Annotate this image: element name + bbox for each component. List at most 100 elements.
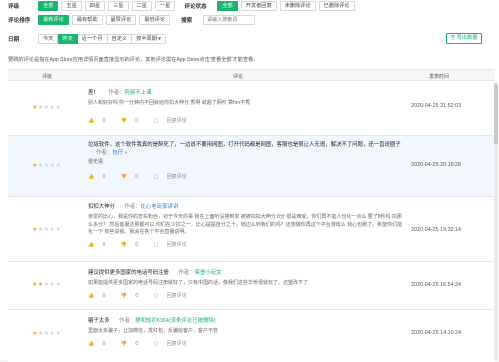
thumbs-down-icon: 👎 <box>120 241 128 248</box>
export-button[interactable]: ⎘ 导出数据 <box>446 33 483 44</box>
review-title: 扣扣大伸分 <box>88 204 115 210</box>
star-rating: ★★★★★ <box>32 104 61 111</box>
like-button[interactable]: 👍 0 <box>88 174 112 180</box>
sort-option-most-liked[interactable]: 最赞评论 <box>105 15 137 25</box>
date-option-last-month[interactable]: 近一个月 <box>77 34 108 44</box>
thumbs-up-icon: 👍 <box>88 173 95 180</box>
star-rating: ★★★★★ <box>32 281 61 288</box>
like-button[interactable]: 👍 0 <box>88 293 112 299</box>
star-icon: ★ <box>55 163 62 169</box>
review-body: 亲爱的比心，我是你的忠实粉丝，对于今天的事 我在上面听没接到单 被被扣扣大伸分 … <box>88 214 403 235</box>
reply-button[interactable]: ▢ 回复评论 <box>154 118 194 124</box>
reply-button[interactable]: ▢ 回复评论 <box>154 174 194 180</box>
review-row: ★★★★★ 差！ 作者：阿郝不上课 别人和好好吗'你一分钟内不回就给你扣大伸分 … <box>8 82 495 136</box>
review-time: 2020-04-25 20:15:28 <box>411 162 462 168</box>
review-actions: 👍 0 👎 0 ▢ 回复评论 <box>88 241 406 248</box>
review-time: 2020-04-25 21:52:03 <box>411 103 462 109</box>
sort-option-newest[interactable]: 最新评论 <box>38 15 69 25</box>
rating-option-5[interactable]: 五星 <box>61 1 82 11</box>
status-option-dev-reply[interactable]: 开发者回复 <box>240 1 277 11</box>
review-content: 差！ 作者：阿郝不上课 别人和好好吗'你一分钟内不回就给你扣大伸分 秀啊 就超了… <box>88 88 406 124</box>
date-option-half-period-dropdown[interactable]: 按半周期 ▾ <box>132 34 166 44</box>
like-button[interactable]: 👍 0 <box>88 242 112 248</box>
review-time: 2020-04-25 16:54:34 <box>411 282 462 288</box>
status-option-deleted[interactable]: 已删除评论 <box>318 1 355 11</box>
review-actions: 👍 0 👎 0 ▢ 回复评论 <box>88 117 406 124</box>
review-author: 作者：比心老玩家讲讲 <box>124 204 179 210</box>
rating-option-2[interactable]: 二星 <box>131 1 152 11</box>
star-icon: ★ <box>55 105 62 111</box>
scrollbar-thumb[interactable] <box>494 84 498 144</box>
dislike-button[interactable]: 👎 0 <box>121 293 145 299</box>
author-link[interactable]: 包仔 » <box>112 150 127 156</box>
star-icon: ★ <box>55 227 62 233</box>
date-options: 今天 昨天 近一个月 自定义 按半周期 ▾ <box>38 34 166 44</box>
like-button[interactable]: 👍 0 <box>88 341 112 347</box>
rating-option-1[interactable]: 一星 <box>154 1 176 11</box>
rating-option-3[interactable]: 三星 <box>108 1 129 11</box>
rating-filter-row: 评级 全部 五星 四星 三星 二星 一星 评论状态 全部 开发者回复 未删除评论… <box>8 0 358 12</box>
author-link[interactable]: 蒋墨小玩女 <box>195 270 222 276</box>
reply-icon: ▢ <box>153 173 159 180</box>
star-rating: ★★★★★ <box>32 226 61 233</box>
search-label: 搜索 <box>181 18 193 24</box>
author-link[interactable]: 比心老玩家讲讲 <box>141 204 179 210</box>
review-content: 垃圾软件。这个软件我真的是醉死了，一边说不要用网图，打开代码都是网图，客服也是很… <box>88 141 406 180</box>
date-option-custom[interactable]: 自定义 <box>107 34 133 44</box>
sort-option-helpful[interactable]: 最有帮助 <box>71 15 103 25</box>
header-time: 发表时间 <box>429 74 450 80</box>
sort-option-lowest[interactable]: 最低评论 <box>139 15 171 25</box>
rating-option-all[interactable]: 全部 <box>38 1 59 11</box>
reply-button[interactable]: ▢ 回复评论 <box>154 341 194 347</box>
hint-text: 要跳的评论是指在App Store应用详情页面直接显示的评论，其他评论需在App… <box>8 57 259 63</box>
star-icon: ★ <box>55 331 62 337</box>
thumbs-up-icon: 👍 <box>88 292 95 299</box>
thumbs-down-icon: 👎 <box>120 117 128 124</box>
review-author: 作者：蒋墨小玩女 <box>178 270 222 276</box>
review-author: 作者：静和知初6364(该条评论已被删除) <box>119 318 216 324</box>
page: 评级 全部 五星 四星 三星 二星 一星 评论状态 全部 开发者回复 未删除评论… <box>0 0 499 362</box>
scrollbar[interactable] <box>494 82 498 360</box>
status-option-all[interactable]: 全部 <box>217 1 238 11</box>
thumbs-down-icon: 👎 <box>120 173 128 180</box>
search-input[interactable] <box>203 15 256 25</box>
date-option-today[interactable]: 今天 <box>38 34 59 44</box>
reply-button[interactable]: ▢ 回复评论 <box>154 242 194 248</box>
reply-button[interactable]: ▢ 回复评论 <box>154 293 194 299</box>
author-link[interactable]: 静和知初6364 <box>135 318 169 324</box>
review-row: ★★★★★ 垃圾软件。这个软件我真的是醉死了，一边说不要用网图，打开代码都是网图… <box>8 136 495 197</box>
like-button[interactable]: 👍 0 <box>88 118 112 124</box>
status-option-not-deleted[interactable]: 未删除评论 <box>279 1 316 11</box>
thumbs-down-icon: 👎 <box>120 340 128 347</box>
review-actions: 👍 0 👎 0 ▢ 回复评论 <box>88 340 406 347</box>
star-rating: ★★★★★ <box>32 330 61 337</box>
review-title: 差！ <box>88 90 99 96</box>
review-row: ★★★★★ 扣扣大伸分 作者：比心老玩家讲讲 亲爱的比心，我是你的忠实粉丝，对于… <box>8 197 495 262</box>
review-time: 2020-04-25 19:32:14 <box>411 227 462 233</box>
review-content: 骗子太多 作者：静和知初6364(该条评论已被删除) 里面太多骗子，让加微信，发… <box>88 316 406 347</box>
deleted-tag: (该条评论已被删除) <box>168 318 216 324</box>
rating-option-4[interactable]: 四星 <box>84 1 106 11</box>
dislike-button[interactable]: 👎 0 <box>121 174 145 180</box>
author-link[interactable]: 阿郝不上课 <box>124 90 151 96</box>
export-label: 导出数据 <box>456 35 478 41</box>
review-body: 里面太多骗子，让加微信，发红包，反骗给客户，客户不管 <box>88 328 219 334</box>
date-option-yesterday[interactable]: 昨天 <box>58 34 78 44</box>
thumbs-up-icon: 👍 <box>88 241 95 248</box>
reply-icon: ▢ <box>153 292 159 299</box>
review-list: ★★★★★ 差！ 作者：阿郝不上课 别人和好好吗'你一分钟内不回就给你扣大伸分 … <box>8 82 495 362</box>
dislike-button[interactable]: 👎 0 <box>121 341 145 347</box>
review-row: ★★★★★ 骗子太多 作者：静和知初6364(该条评论已被删除) 里面太多骗子，… <box>8 310 495 362</box>
review-actions: 👍 0 👎 0 ▢ 回复评论 <box>88 292 406 299</box>
dislike-button[interactable]: 👎 0 <box>121 242 145 248</box>
dislike-button[interactable]: 👎 0 <box>121 118 145 124</box>
review-author: 作者：阿郝不上课 <box>108 90 152 96</box>
review-author: 作者：包仔 » <box>96 150 128 156</box>
thumbs-down-icon: 👎 <box>120 292 128 299</box>
star-icon: ★ <box>55 282 62 288</box>
review-actions: 👍 0 👎 0 ▢ 回复评论 <box>88 173 406 180</box>
review-content: 扣扣大伸分 作者：比心老玩家讲讲 亲爱的比心，我是你的忠实粉丝，对于今天的事 我… <box>88 202 406 248</box>
thumbs-up-icon: 👍 <box>88 340 95 347</box>
review-body: 别人和好好吗'你一分钟内不回就给你扣大伸分 秀啊 就超了网吵 算hm不秀 <box>88 100 251 106</box>
thumbs-up-icon: 👍 <box>88 117 95 124</box>
